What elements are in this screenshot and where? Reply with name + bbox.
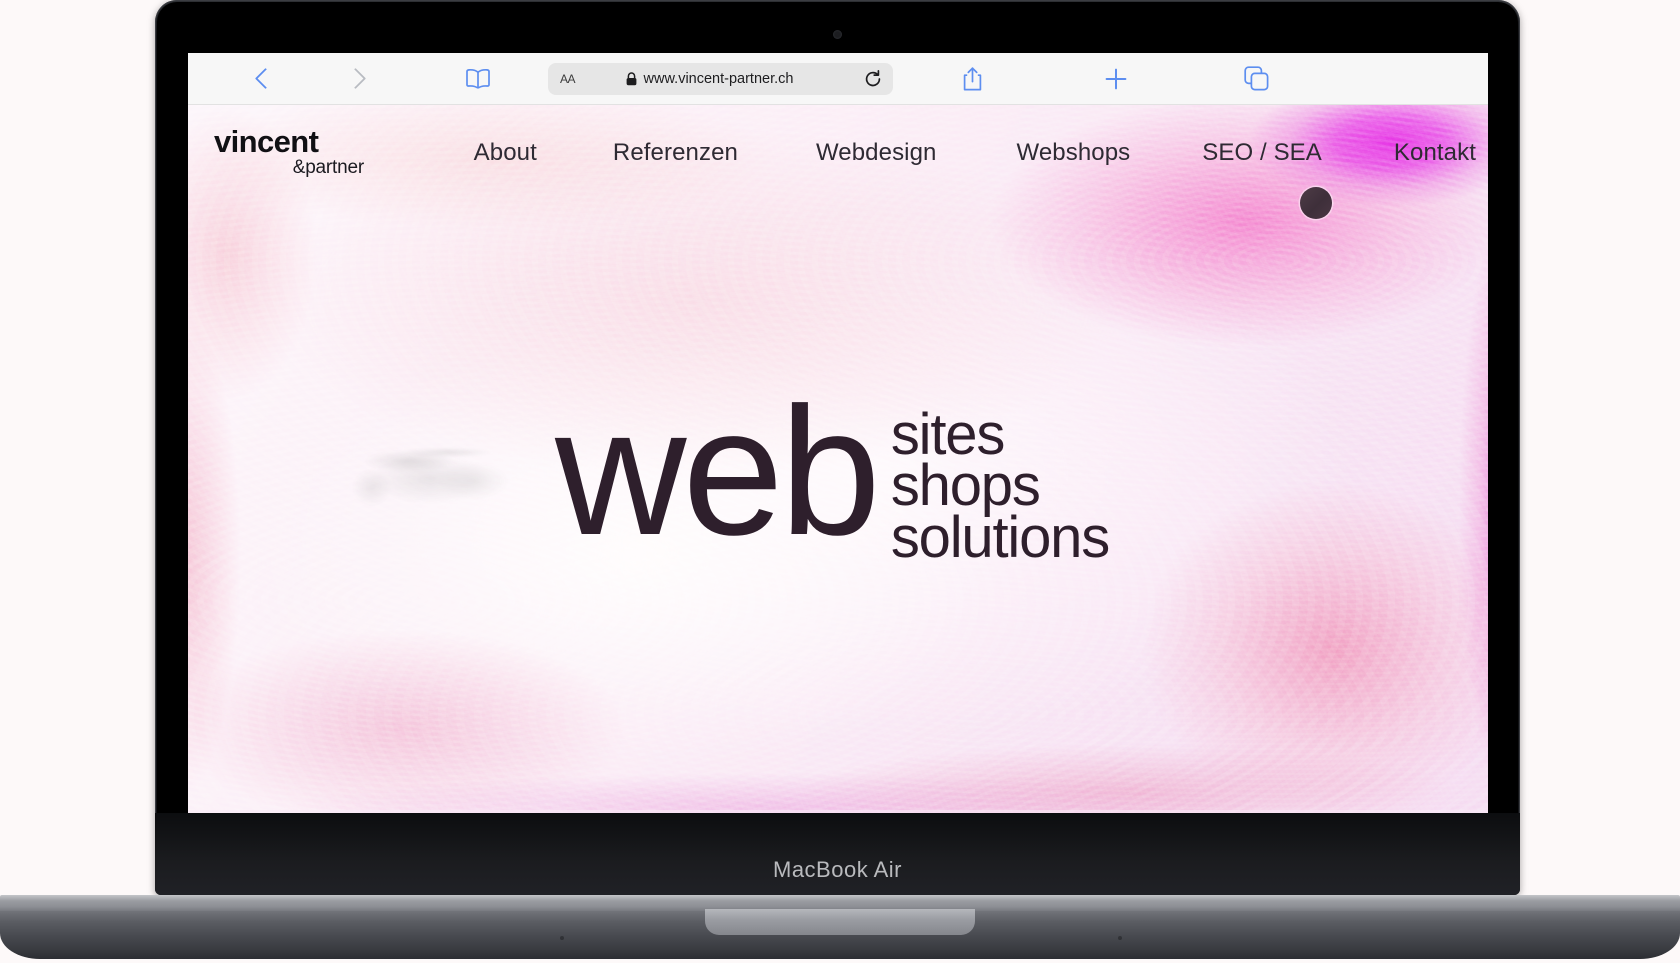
site-logo[interactable]: vincent &partner bbox=[214, 126, 364, 177]
tabs-icon bbox=[1243, 66, 1268, 91]
book-icon bbox=[466, 68, 490, 89]
back-button[interactable] bbox=[220, 53, 310, 105]
nav-item-webdesign[interactable]: Webdesign bbox=[816, 133, 937, 173]
forward-button[interactable] bbox=[310, 53, 400, 105]
laptop-base-foot-left bbox=[560, 936, 564, 940]
nav-item-about[interactable]: About bbox=[474, 133, 537, 173]
laptop-screen: AA www.vincent-partner.ch vincent &partn… bbox=[188, 53, 1488, 813]
webpage-viewport: vincent &partner About Referenzen Webdes… bbox=[188, 105, 1488, 813]
share-button[interactable] bbox=[927, 53, 1017, 105]
show-tabs-button[interactable] bbox=[1211, 53, 1301, 105]
hero-headline: web sites shops solutions bbox=[555, 369, 1110, 574]
screenshot-root: AA www.vincent-partner.ch vincent &partn… bbox=[0, 0, 1680, 963]
text-size-label-small: AA bbox=[560, 71, 576, 86]
chevron-right-icon bbox=[344, 67, 366, 90]
scroll-indicator-dot[interactable] bbox=[1300, 187, 1332, 219]
nav-item-kontakt[interactable]: Kontakt bbox=[1394, 133, 1476, 173]
logo-primary-text: vincent bbox=[214, 123, 319, 159]
hero-section: web sites shops solutions bbox=[188, 105, 1488, 813]
device-model-label: MacBook Air bbox=[773, 857, 902, 882]
main-navigation: About Referenzen Webdesign Webshops SEO … bbox=[364, 133, 1488, 173]
laptop-base bbox=[0, 895, 1680, 963]
plus-icon bbox=[1105, 68, 1127, 89]
share-icon bbox=[963, 66, 981, 90]
url-text: www.vincent-partner.ch bbox=[643, 70, 794, 87]
nav-item-seo-sea[interactable]: SEO / SEA bbox=[1202, 133, 1322, 173]
nav-item-webshops[interactable]: Webshops bbox=[1017, 133, 1131, 173]
lock-icon bbox=[626, 71, 636, 85]
reload-button[interactable] bbox=[863, 69, 883, 89]
address-bar[interactable]: AA www.vincent-partner.ch bbox=[548, 62, 893, 95]
text-size-button[interactable]: AA bbox=[560, 70, 576, 88]
laptop-base-foot-right bbox=[1118, 936, 1122, 940]
hero-word-solutions: solutions bbox=[890, 504, 1110, 570]
logo-secondary-text: &partner bbox=[292, 156, 364, 178]
new-tab-button[interactable] bbox=[1071, 53, 1161, 105]
laptop-bottom-bezel: MacBook Air bbox=[155, 813, 1520, 895]
site-header: vincent &partner About Referenzen Webdes… bbox=[188, 105, 1488, 197]
macbook-air-device: AA www.vincent-partner.ch vincent &partn… bbox=[155, 0, 1520, 895]
bookmarks-button[interactable] bbox=[428, 53, 528, 105]
chevron-left-icon bbox=[254, 67, 276, 90]
address-bar-content: www.vincent-partner.ch bbox=[548, 71, 893, 87]
hero-word-stack: sites shops solutions bbox=[890, 406, 1110, 570]
camera-dot-icon bbox=[833, 30, 842, 39]
nav-item-referenzen[interactable]: Referenzen bbox=[613, 133, 738, 173]
laptop-base-notch bbox=[705, 909, 975, 935]
hero-primary-word: web bbox=[555, 369, 881, 574]
safari-toolbar: AA www.vincent-partner.ch bbox=[188, 53, 1488, 105]
